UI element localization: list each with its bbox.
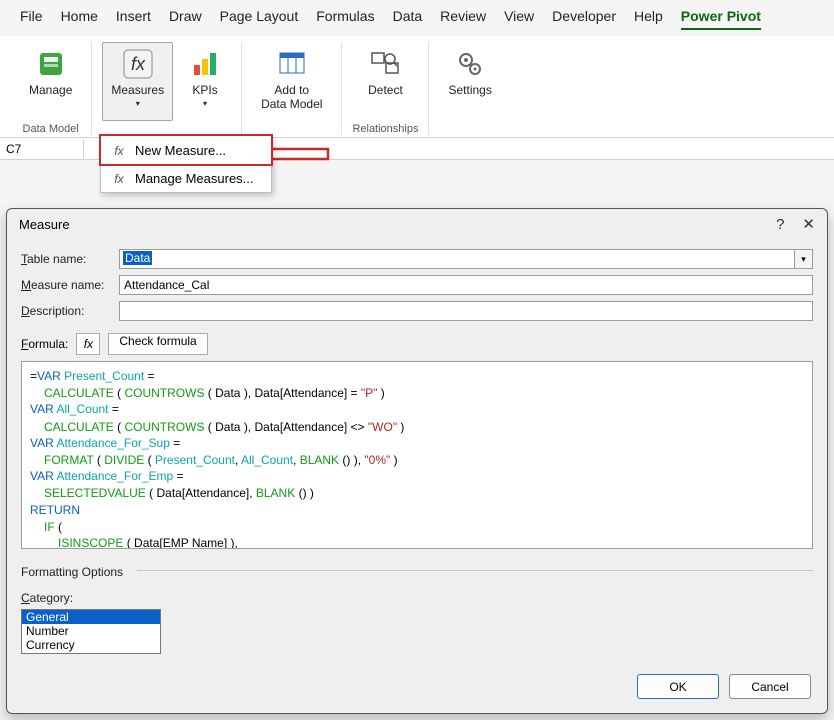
tab-view[interactable]: View (504, 8, 534, 30)
manage-button[interactable]: Manage (20, 42, 81, 121)
settings-button[interactable]: Settings (439, 42, 500, 121)
ribgroup-settings: Settings (429, 42, 510, 135)
kpi-icon (188, 47, 222, 81)
tab-developer[interactable]: Developer (552, 8, 616, 30)
detect-label: Detect (368, 83, 403, 97)
description-input[interactable] (119, 301, 813, 321)
cancel-button[interactable]: Cancel (729, 674, 811, 699)
category-item-number[interactable]: Number (22, 624, 160, 638)
ribgroup-relationships: Detect Relationships (342, 42, 429, 135)
manage-measures-label: Manage Measures... (135, 171, 254, 186)
tab-file[interactable]: File (20, 8, 43, 30)
measurename-input[interactable] (119, 275, 813, 295)
divider (137, 570, 813, 571)
measures-label: Measures (111, 83, 164, 97)
new-measure-label: New Measure... (135, 143, 226, 158)
check-formula-button[interactable]: Check formula (108, 333, 207, 355)
ribbon-tabs: File Home Insert Draw Page Layout Formul… (0, 0, 834, 36)
chevron-down-icon[interactable]: ▾ (795, 249, 813, 269)
datamodel-icon (34, 47, 68, 81)
new-measure-item[interactable]: fx New Measure... (101, 136, 271, 164)
tablename-label: Table name: (21, 252, 119, 266)
name-box[interactable]: C7 (0, 140, 84, 158)
detect-button[interactable]: Detect (359, 42, 412, 121)
ok-button[interactable]: OK (637, 674, 719, 699)
description-label: Description: (21, 304, 119, 318)
tab-draw[interactable]: Draw (169, 8, 202, 30)
formatting-label: Formatting Options (21, 565, 123, 579)
measure-dialog: Measure ? ✕ Table name: Data ▾ Measure n… (6, 208, 828, 714)
measures-button[interactable]: fx Measures ▾ (102, 42, 173, 121)
ribgroup-rel-label: Relationships (352, 123, 418, 135)
tab-formulas[interactable]: Formulas (316, 8, 374, 30)
addtomodel-label: Add to Data Model (261, 83, 322, 111)
tab-data[interactable]: Data (393, 8, 423, 30)
ribgroup-datamodel: Manage Data Model (10, 42, 92, 135)
detect-icon (368, 47, 402, 81)
manage-measures-item[interactable]: fx Manage Measures... (101, 164, 271, 192)
help-button[interactable]: ? (776, 216, 784, 233)
formula-label: Formula: (21, 337, 68, 351)
gear-icon (453, 47, 487, 81)
measurename-label: Measure name: (21, 278, 119, 292)
dialog-title: Measure (19, 217, 70, 232)
tablename-select[interactable]: Data ▾ (119, 249, 813, 269)
formula-editor[interactable]: =VAR Present_Count = CALCULATE ( COUNTRO… (21, 361, 813, 549)
chevron-down-icon: ▾ (136, 99, 140, 108)
category-label: Category: (21, 591, 813, 605)
tablename-highlight: Data (123, 251, 152, 265)
fx-list-icon: fx (111, 170, 127, 186)
svg-text:fx: fx (114, 172, 124, 186)
svg-text:fx: fx (114, 144, 124, 158)
ribgroup-settings-label (469, 123, 472, 135)
tab-insert[interactable]: Insert (116, 8, 151, 30)
measures-dropdown: fx New Measure... fx Manage Measures... (100, 135, 272, 193)
ribbon-body: Manage Data Model fx Measures ▾ KPIs ▾ C… (0, 36, 834, 138)
tab-review[interactable]: Review (440, 8, 486, 30)
category-item-currency[interactable]: Currency (22, 638, 160, 652)
dialog-titlebar[interactable]: Measure ? ✕ (7, 209, 827, 239)
tab-powerpivot[interactable]: Power Pivot (681, 8, 761, 30)
addtomodel-button[interactable]: Add to Data Model (252, 42, 331, 121)
fx-icon: fx (121, 47, 155, 81)
kpis-label: KPIs (192, 83, 217, 97)
tab-help[interactable]: Help (634, 8, 663, 30)
category-list[interactable]: General Number Currency (21, 609, 161, 654)
tab-home[interactable]: Home (61, 8, 98, 30)
tablename-input[interactable] (119, 249, 795, 269)
kpis-button[interactable]: KPIs ▾ (179, 42, 231, 121)
tab-pagelayout[interactable]: Page Layout (220, 8, 299, 30)
category-item-general[interactable]: General (22, 610, 160, 624)
ribgroup-calculations: fx Measures ▾ KPIs ▾ Calculations (92, 42, 242, 135)
svg-text:fx: fx (131, 54, 146, 74)
ribgroup-tables: Add to Data Model Tables (242, 42, 342, 135)
fx-button[interactable]: fx (76, 333, 100, 355)
close-button[interactable]: ✕ (802, 215, 815, 233)
table-icon (275, 47, 309, 81)
ribgroup-datamodel-label: Data Model (23, 123, 79, 135)
chevron-down-icon: ▾ (203, 99, 207, 108)
manage-label: Manage (29, 83, 72, 97)
fx-small-icon: fx (111, 142, 127, 158)
settings-label: Settings (448, 83, 491, 97)
